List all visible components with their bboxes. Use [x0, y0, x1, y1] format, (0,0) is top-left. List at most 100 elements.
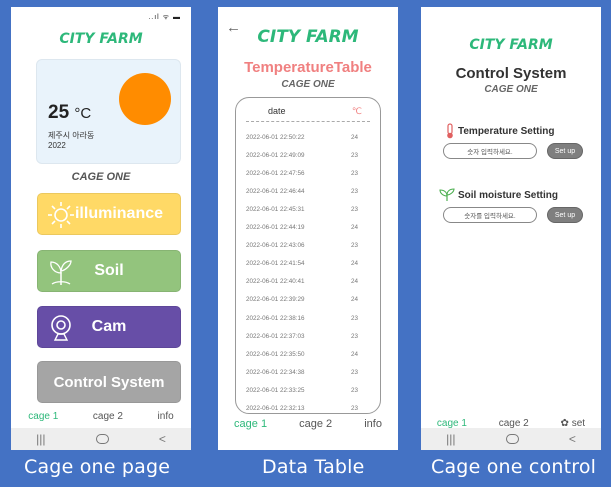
row-date: 2022-06-01 22:49:09 — [246, 151, 305, 159]
row-temperature: 23 — [350, 405, 358, 412]
nav-cage1[interactable]: cage 1 — [28, 411, 58, 422]
temperature-input[interactable]: 숫자 입력하세요. — [443, 143, 537, 159]
row-temperature: 23 — [350, 368, 358, 376]
row-date: 2022-06-01 22:45:31 — [246, 205, 305, 213]
row-temperature: 23 — [350, 151, 358, 159]
table-row: 2022-06-01 22:33:25 23 — [246, 381, 370, 399]
bottom-nav: cage 1 cage 2 info — [11, 411, 191, 422]
nav-cage2[interactable]: cage 2 — [299, 418, 332, 430]
illuminance-label: illuminance — [74, 205, 164, 222]
recent-apps-icon[interactable]: ||| — [446, 432, 455, 446]
row-temperature: 24 — [350, 350, 358, 358]
row-temperature: 23 — [350, 386, 358, 394]
row-temperature: 23 — [350, 205, 358, 213]
row-temperature: 24 — [350, 296, 358, 304]
cage-one-control-screen: CITY FARM Control System CAGE ONE Temper… — [421, 7, 601, 450]
soil-moisture-setting-label: Soil moisture Setting — [439, 188, 558, 202]
row-date: 2022-06-01 22:35:50 — [246, 350, 305, 358]
row-date: 2022-06-01 22:47:56 — [246, 169, 305, 177]
row-date: 2022-06-01 22:44:19 — [246, 224, 305, 231]
sun-icon — [48, 202, 74, 228]
row-date: 2022-06-01 22:41:54 — [246, 260, 305, 268]
row-date: 2022-06-01 22:37:03 — [246, 332, 305, 340]
control-system-label: Control System — [53, 373, 165, 391]
soil-button[interactable]: Soil — [37, 250, 181, 292]
illuminance-button[interactable]: illuminance — [37, 193, 181, 235]
home-icon[interactable] — [505, 434, 519, 444]
recent-apps-icon[interactable]: ||| — [36, 432, 45, 446]
row-temperature: 23 — [350, 242, 358, 250]
table-header: date ℃ — [246, 106, 370, 122]
date-header: date — [268, 106, 286, 116]
table-row: 2022-06-01 22:49:09 23 — [246, 146, 370, 164]
table-row: 2022-06-01 22:43:06 23 — [246, 237, 370, 255]
table-row: 2022-06-01 22:32:13 23 — [246, 400, 370, 418]
cage-one-screen: ..ıl ᯤ ▬ CITY FARM 25 °C 제주시 아라동 2022 CA… — [11, 7, 191, 450]
table-title: TemperatureTable — [244, 59, 372, 76]
control-subtitle: CAGE ONE — [484, 84, 538, 95]
row-temperature: 24 — [350, 260, 358, 268]
row-temperature: 23 — [350, 332, 358, 340]
caption-cage-one-page: Cage one page — [24, 456, 171, 478]
row-temperature: 24 — [350, 278, 358, 286]
soil-setup-button[interactable]: Set up — [547, 207, 583, 223]
table-row: 2022-06-01 22:50:22 24 — [246, 128, 370, 146]
temperature-value: 25 — [48, 102, 70, 123]
location-text: 제주시 아라동 — [48, 131, 95, 140]
system-nav-bar: ||| < — [11, 428, 191, 450]
nav-cage1[interactable]: cage 1 — [234, 418, 267, 430]
table-row: 2022-06-01 22:40:41 24 — [246, 273, 370, 291]
year-text: 2022 — [48, 141, 66, 150]
table-subtitle: CAGE ONE — [281, 79, 335, 90]
cage-label: CAGE ONE — [71, 171, 131, 183]
cam-button[interactable]: Cam — [37, 306, 181, 348]
row-temperature: 23 — [350, 314, 358, 322]
temperature-setting-text: Temperature Setting — [458, 125, 555, 137]
caption-data-table: Data Table — [262, 456, 365, 478]
control-title: Control System — [455, 65, 567, 82]
row-date: 2022-06-01 22:46:44 — [246, 187, 305, 195]
nav-info[interactable]: info — [158, 411, 174, 422]
app-brand: CITY FARM — [257, 27, 359, 47]
cam-label: Cam — [91, 318, 127, 335]
table-row: 2022-06-01 22:46:44 23 — [246, 182, 370, 200]
table-row: 2022-06-01 22:39:29 24 — [246, 291, 370, 309]
leaf-icon — [439, 188, 455, 201]
row-temperature: 24 — [350, 224, 358, 231]
row-date: 2022-06-01 22:33:25 — [246, 386, 305, 394]
row-temperature: 24 — [350, 133, 358, 141]
back-icon[interactable]: < — [569, 432, 576, 446]
table-row: 2022-06-01 22:34:38 23 — [246, 363, 370, 381]
row-date: 2022-06-01 22:39:29 — [246, 296, 305, 304]
status-bar: ..ıl ᯤ ▬ — [148, 14, 181, 21]
back-icon[interactable]: < — [159, 432, 166, 446]
table-row: 2022-06-01 22:37:03 23 — [246, 327, 370, 345]
sprout-icon — [50, 260, 72, 285]
temperature-setup-button[interactable]: Set up — [547, 143, 583, 159]
nav-info[interactable]: info — [364, 418, 382, 430]
row-temperature: 23 — [350, 169, 358, 177]
system-nav-bar: ||| < — [421, 428, 601, 450]
webcam-icon — [51, 315, 71, 341]
row-temperature: 23 — [350, 187, 358, 195]
soil-moisture-setting-text: Soil moisture Setting — [458, 189, 559, 201]
sun-icon — [119, 73, 171, 125]
row-date: 2022-06-01 22:38:16 — [246, 314, 305, 322]
table-row: 2022-06-01 22:47:56 23 — [246, 164, 370, 182]
soil-moisture-input[interactable]: 숫자를 입력하세요. — [443, 207, 537, 223]
app-brand: CITY FARM — [469, 37, 553, 53]
weather-card: 25 °C 제주시 아라동 2022 — [36, 59, 181, 164]
temperature-setting-label: Temperature Setting — [445, 123, 555, 139]
control-system-button[interactable]: Control System — [37, 361, 181, 403]
row-date: 2022-06-01 22:40:41 — [246, 278, 305, 286]
home-icon[interactable] — [95, 434, 109, 444]
table-row: 2022-06-01 22:44:19 24 — [246, 219, 370, 237]
table-row: 2022-06-01 22:45:31 23 — [246, 200, 370, 218]
temperature-readout: 25 °C — [48, 102, 91, 124]
table-row: 2022-06-01 22:35:50 24 — [246, 345, 370, 363]
row-date: 2022-06-01 22:34:38 — [246, 368, 305, 376]
nav-cage2[interactable]: cage 2 — [93, 411, 123, 422]
data-table-screen: ← CITY FARM TemperatureTable CAGE ONE da… — [218, 7, 398, 450]
celsius-header: ℃ — [351, 106, 362, 116]
caption-cage-one-control: Cage one control — [431, 456, 597, 478]
